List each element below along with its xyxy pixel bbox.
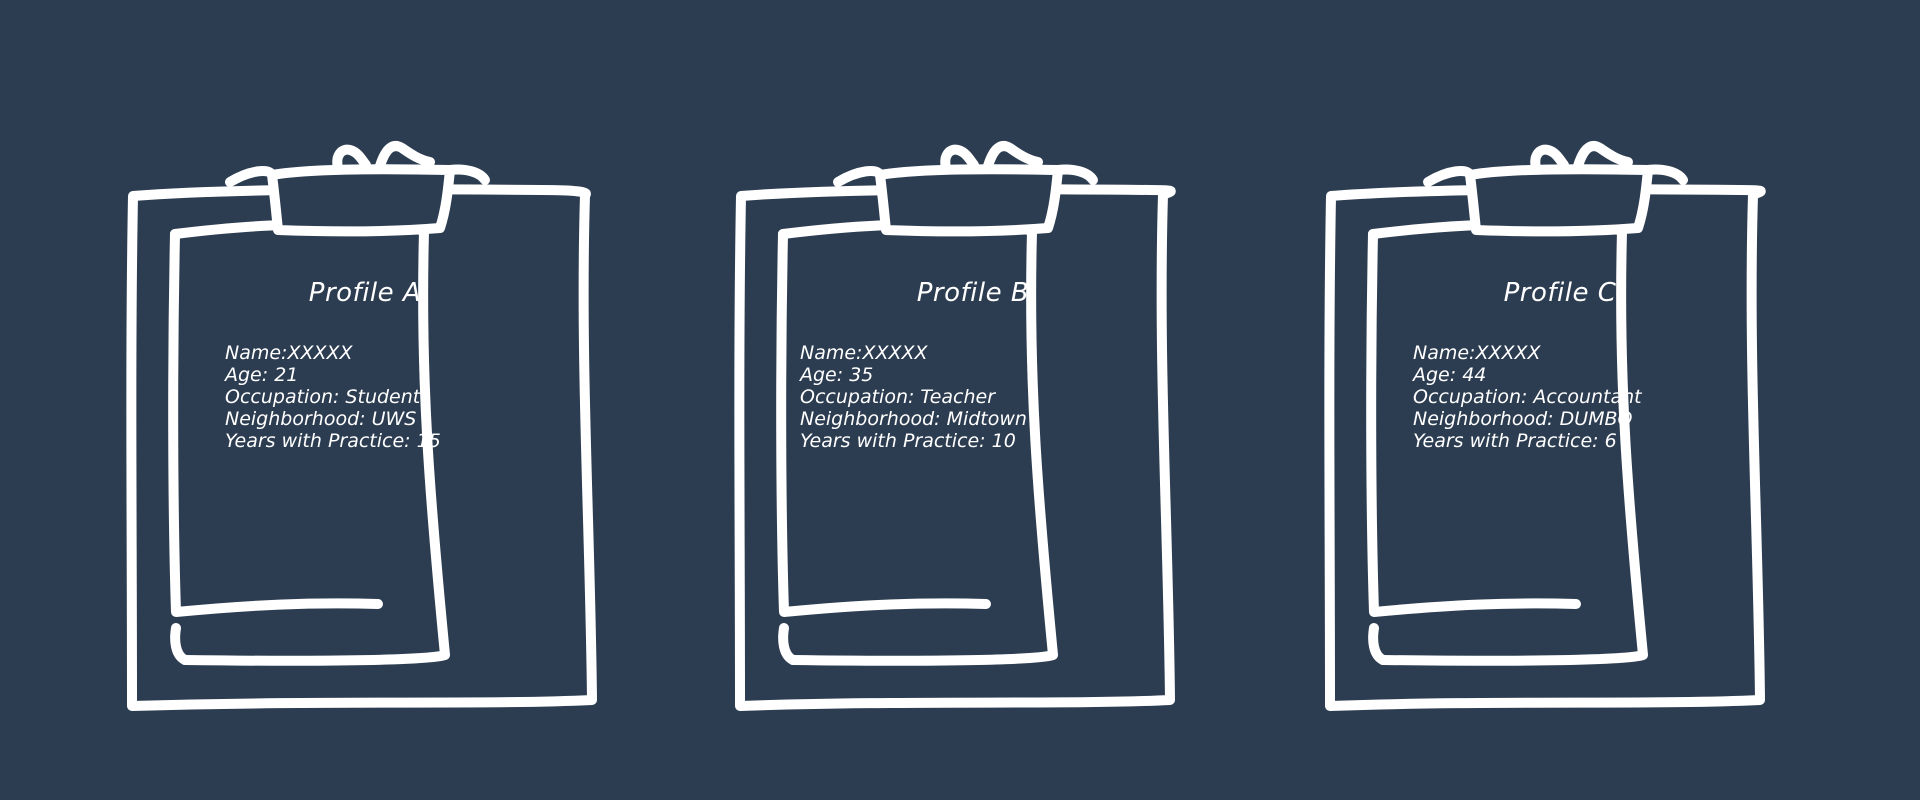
profile-age: Age: 35	[800, 364, 874, 386]
profile-occupation: Occupation: Teacher	[800, 386, 996, 408]
profile-title: Profile C	[1503, 278, 1617, 308]
profile-card-a: Profile A Name:XXXXX Age: 21 Occupation:…	[126, 0, 610, 800]
profile-years: Years with Practice: 10	[800, 430, 1016, 452]
profile-card-c: Profile C Name:XXXXX Age: 44 Occupation:…	[1305, 0, 1785, 800]
profile-details: Name:XXXXX Age: 44 Occupation: Accountan…	[1413, 342, 1642, 452]
profile-card-b: Profile B Name:XXXXX Age: 35 Occupation:…	[710, 0, 1190, 800]
profile-neighborhood: Neighborhood: UWS	[225, 408, 417, 430]
profile-age: Age: 21	[225, 364, 299, 386]
profile-occupation: Occupation: Student	[225, 386, 421, 408]
profile-occupation: Occupation: Accountant	[1413, 386, 1642, 408]
profile-title: Profile A	[308, 278, 422, 308]
profile-title: Profile B	[916, 278, 1030, 308]
profile-neighborhood: Neighborhood: DUMBO	[1413, 408, 1633, 430]
profile-name: Name:XXXXX	[1413, 342, 1541, 364]
profile-neighborhood: Neighborhood: Midtown	[800, 408, 1027, 430]
profile-age: Age: 44	[1413, 364, 1487, 386]
profile-name: Name:XXXXX	[800, 342, 928, 364]
profile-years: Years with Practice: 6	[1413, 430, 1617, 452]
profile-name: Name:XXXXX	[225, 342, 353, 364]
profile-details: Name:XXXXX Age: 21 Occupation: Student N…	[225, 342, 441, 452]
profile-years: Years with Practice: 15	[225, 430, 441, 452]
profile-details: Name:XXXXX Age: 35 Occupation: Teacher N…	[800, 342, 1027, 452]
